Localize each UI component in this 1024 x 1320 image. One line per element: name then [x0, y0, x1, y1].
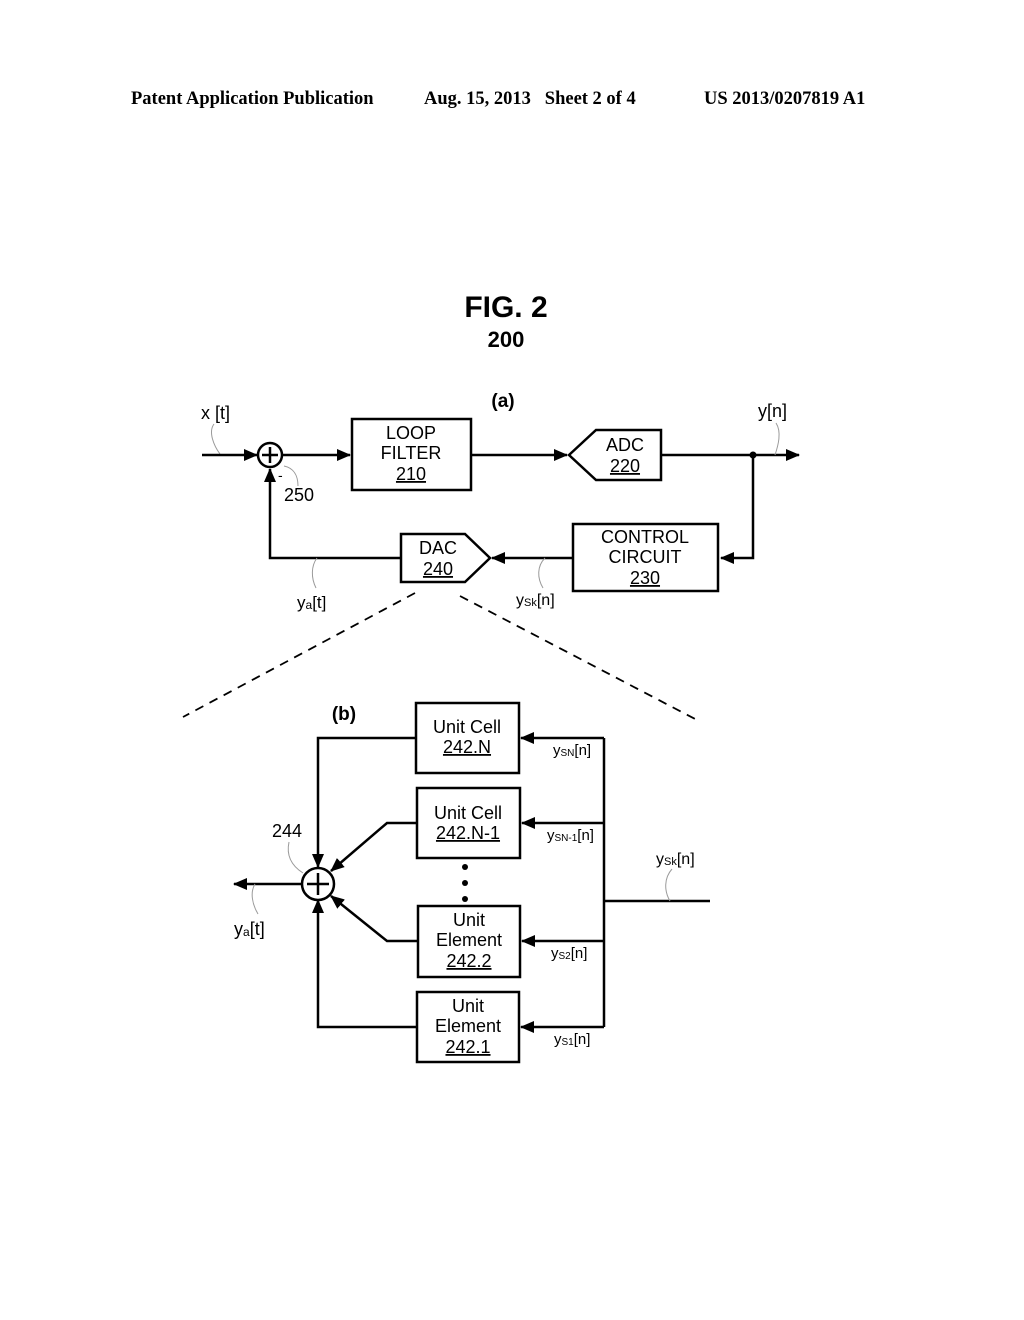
summer-244-ref-label: 244	[272, 821, 302, 841]
unit-cell-242-N: Unit Cell 242.N	[414, 701, 521, 775]
loop-filter-line1: LOOP	[386, 423, 436, 443]
summer-ref-label: 250	[284, 485, 314, 505]
dac-input-signal-label: ySk[n]	[516, 592, 555, 609]
output-signal-label: y[n]	[758, 401, 787, 421]
unit-element-242-2: Unit Element 242.2	[416, 904, 522, 979]
adc-ref: 220	[610, 456, 640, 476]
dac-input-leader-line	[538, 557, 546, 589]
control-circuit-ref: 230	[630, 568, 660, 588]
input-signal-label: x [t]	[201, 403, 230, 423]
unit-1-signal-label: yS1[n]	[554, 1031, 590, 1048]
adc-line1: ADC	[606, 435, 644, 455]
summing-junction-244	[300, 866, 336, 902]
zoom-dashed-line-right	[459, 595, 698, 721]
part-b-label: (b)	[332, 704, 356, 725]
dac-output-leader-line	[311, 557, 318, 589]
loop-filter-ref: 210	[396, 464, 426, 484]
output-leader-line	[774, 422, 780, 456]
adc-block: ADC 220	[567, 428, 663, 482]
summer-minus-sign: -	[278, 467, 283, 483]
unit-N-1-ref: 242.N-1	[436, 823, 500, 843]
wire-unit-1-to-summer	[312, 899, 417, 1029]
unit-1-line2: Element	[435, 1016, 501, 1036]
unit-N-1-line1: Unit Cell	[434, 803, 502, 823]
part-b-output-leader-line	[251, 883, 259, 915]
wire-unit-N-to-summer	[312, 736, 416, 868]
unit-element-242-1: Unit Element 242.1	[415, 990, 521, 1064]
unit-2-line1: Unit	[453, 910, 485, 930]
unit-1-line1: Unit	[452, 996, 484, 1016]
unit-2-ref: 242.2	[446, 951, 491, 971]
unit-2-line2: Element	[436, 930, 502, 950]
summing-junction-250	[256, 441, 284, 469]
unit-N-ref: 242.N	[443, 737, 491, 757]
figure-ref: 200	[488, 327, 525, 352]
wire-unit-2-to-summer	[330, 895, 418, 943]
summer-leader-line	[283, 465, 299, 487]
loop-filter-block: LOOP FILTER 210	[350, 417, 473, 492]
unit-N-1-signal-label: ySN-1[n]	[547, 827, 594, 844]
summer-244-leader-line	[287, 841, 304, 874]
bus-input-signal-label: ySk[n]	[656, 851, 695, 868]
dac-output-signal-label: ya[t]	[297, 593, 326, 612]
wire-to-control-circuit	[720, 455, 755, 564]
control-circuit-line2: CIRCUIT	[609, 547, 682, 567]
dac-block: DAC 240	[399, 532, 492, 584]
input-leader-line	[211, 423, 221, 455]
bus-input-leader-line	[665, 868, 673, 902]
unit-N-signal-label: ySN[n]	[553, 742, 591, 759]
dac-ref: 240	[423, 559, 453, 579]
diagram-canvas: FIG. 2 200 (a) x [t] - 250 LOOP FILTER 2…	[182, 291, 800, 1064]
loop-filter-line2: FILTER	[381, 443, 442, 463]
ellipsis-dots	[462, 864, 468, 902]
unit-cell-242-N-1: Unit Cell 242.N-1	[415, 786, 522, 860]
unit-N-line1: Unit Cell	[433, 717, 501, 737]
control-circuit-line1: CONTROL	[601, 527, 689, 547]
control-circuit-block: CONTROL CIRCUIT 230	[571, 522, 720, 593]
figure-title: FIG. 2	[464, 291, 547, 324]
wire-unit-N-1-to-summer	[330, 821, 417, 872]
dac-line1: DAC	[419, 538, 457, 558]
part-b-output-signal-label: ya[t]	[234, 919, 265, 939]
part-a-label: (a)	[491, 391, 514, 412]
unit-2-signal-label: yS2[n]	[551, 945, 587, 962]
unit-1-ref: 242.1	[445, 1037, 490, 1057]
